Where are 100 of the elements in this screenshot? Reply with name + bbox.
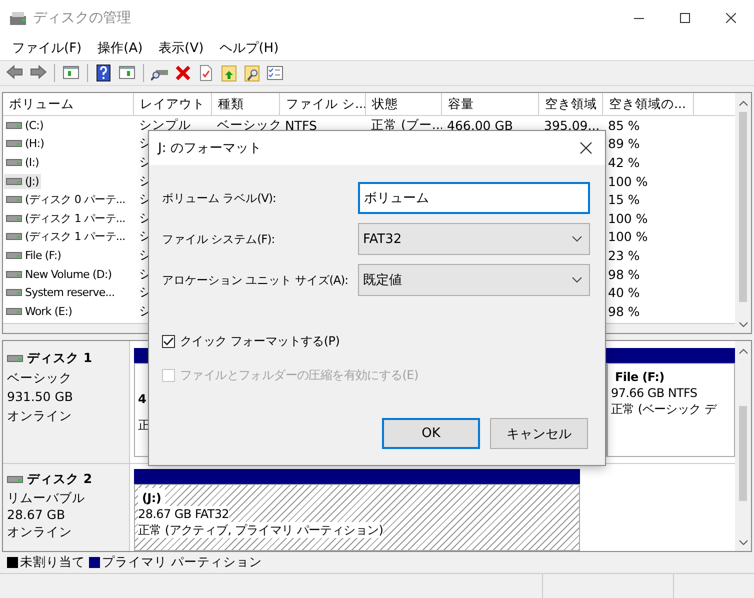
volume-name[interactable]: New Volume (D:) [4, 266, 114, 282]
close-icon[interactable] [580, 142, 592, 154]
drive-icon [6, 120, 22, 131]
scroll-thumb[interactable] [739, 112, 747, 302]
column-header[interactable]: 状態 [366, 93, 442, 115]
column-header[interactable]: レイアウト [134, 93, 212, 115]
volume-name[interactable]: Work (E:) [4, 304, 74, 319]
maximize-icon[interactable] [680, 13, 690, 23]
dropdown[interactable]: 既定値 [358, 264, 590, 296]
window-panel-icon[interactable] [62, 64, 80, 82]
menu-item[interactable]: ファイル(F) [4, 39, 90, 57]
partition-text: 正常 (ベーシック デ [611, 401, 716, 417]
volume-name[interactable]: (H:) [4, 136, 46, 152]
field-label: ファイル システム(F): [162, 232, 276, 246]
vertical-scrollbar[interactable] [735, 93, 751, 333]
field-label: アロケーション ユニット サイズ(A): [162, 272, 350, 288]
volume-name[interactable]: (ディスク 0 パーテ... [4, 191, 128, 208]
down-caret-icon[interactable] [738, 322, 748, 327]
volume-name[interactable]: System reserve... [4, 285, 117, 300]
table-cell: NTFS [285, 118, 317, 133]
volume-name[interactable]: File (F:) [4, 248, 64, 263]
drive-icon [6, 194, 22, 206]
drive-icon [6, 306, 22, 317]
table-cell: 98 % [608, 266, 640, 282]
checkbox[interactable] [162, 335, 175, 348]
column-header[interactable]: ボリューム [3, 93, 134, 115]
vertical-scrollbar[interactable] [735, 341, 751, 551]
volume-label-field[interactable]: ボリューム [358, 182, 590, 214]
drive-icon [7, 352, 23, 364]
partition-block[interactable]: File (F:) 97.66 GB NTFS 正常 (ベーシック デ [607, 363, 735, 457]
partition-text: 28.67 GB FAT32 [138, 506, 229, 522]
partition-text: 正常 (アクティブ, プライマリ パーティション) [138, 522, 384, 538]
left-arrow-icon[interactable] [6, 64, 24, 82]
window-panel-icon[interactable] [118, 64, 136, 82]
disk-name: ディスク 2 [27, 470, 92, 488]
scroll-thumb[interactable] [739, 406, 747, 501]
up-caret-icon[interactable] [738, 101, 748, 106]
table-cell: 15 % [608, 192, 640, 208]
disk-info-panel[interactable]: ディスク 2 リムーバブル 28.67 GB オンライン [3, 464, 130, 551]
checklist-icon[interactable] [266, 64, 284, 82]
folder-search-icon[interactable] [243, 64, 261, 82]
column-header[interactable]: 空き領域 [539, 93, 603, 115]
menu-item[interactable]: ヘルプ(H) [212, 39, 287, 57]
partition-text: (J:) [138, 488, 166, 506]
table-cell: 89 % [608, 136, 640, 152]
dialog-button[interactable]: キャンセル [490, 418, 588, 449]
window-title: ディスクの管理 [33, 9, 132, 27]
table-cell: 395.09... [544, 118, 600, 133]
column-header[interactable]: 種類 [212, 93, 280, 115]
table-cell: 23 % [608, 248, 640, 263]
volume-name[interactable]: (I:) [4, 154, 41, 170]
disk-status: オンライン [7, 523, 73, 540]
drive-icon [6, 287, 22, 298]
disk-type: リムーバブル [7, 489, 86, 506]
dropdown[interactable]: FAT32 [358, 223, 590, 255]
column-header[interactable]: 容量 [442, 93, 539, 115]
dialog-button[interactable]: OK [382, 418, 480, 449]
disk-status: オンライン [7, 407, 73, 425]
drive-icon [6, 156, 22, 168]
menu-item[interactable]: 表示(V) [150, 39, 212, 57]
table-cell: 85 % [608, 118, 640, 133]
chevron-down-icon [572, 277, 582, 283]
table-cell: 42 % [608, 154, 640, 170]
table-cell: 98 % [608, 304, 640, 319]
table-cell: 40 % [608, 285, 640, 300]
volume-name[interactable]: (J:) [4, 174, 41, 189]
table-cell: 正常 (ブー... [371, 116, 442, 134]
disk-info-panel[interactable]: ディスク 1 ベーシック 931.50 GB オンライン [3, 341, 130, 463]
table-cell: シンプル [139, 116, 191, 134]
close-icon[interactable] [726, 13, 736, 23]
table-cell: 100 % [608, 174, 648, 189]
drive-icon [7, 474, 23, 484]
legend-label: 未割り当て [20, 554, 85, 570]
drive-icon [6, 138, 22, 150]
document-check-icon[interactable] [197, 64, 215, 82]
drive-icon [6, 250, 22, 261]
delete-icon[interactable] [174, 64, 192, 82]
disk-type: ベーシック [7, 369, 73, 387]
table-cell: 100 % [608, 210, 648, 226]
column-header[interactable]: 空き領域の... [603, 93, 694, 115]
disk-name: ディスク 1 [27, 350, 92, 366]
right-arrow-icon[interactable] [29, 64, 47, 82]
volume-name[interactable]: (ディスク 1 パーテ... [4, 210, 128, 227]
volume-name[interactable]: (C:) [4, 118, 46, 133]
folder-up-icon[interactable] [220, 64, 238, 82]
chevron-down-icon [572, 236, 582, 242]
drive-icon [6, 212, 22, 224]
volume-name[interactable]: (ディスク 1 パーテ... [4, 228, 128, 246]
drive-icon [6, 268, 22, 280]
help-icon[interactable] [95, 64, 113, 82]
down-caret-icon[interactable] [738, 540, 748, 545]
menu-item[interactable]: 操作(A) [90, 39, 151, 57]
disk-size: 931.50 GB [7, 388, 74, 406]
up-caret-icon[interactable] [738, 349, 748, 354]
partition-block[interactable]: (J:) 28.67 GB FAT32 正常 (アクティブ, プライマリ パーティション) [134, 484, 580, 551]
legend-label: プライマリ パーティション [102, 554, 262, 570]
dialog-title: J: のフォーマット [158, 140, 262, 157]
checkbox-label: ファイルとフォルダーの圧縮を有効にする(E) [180, 367, 418, 384]
table-cell: 466.00 GB [447, 118, 513, 133]
disk-size: 28.67 GB [7, 506, 66, 523]
